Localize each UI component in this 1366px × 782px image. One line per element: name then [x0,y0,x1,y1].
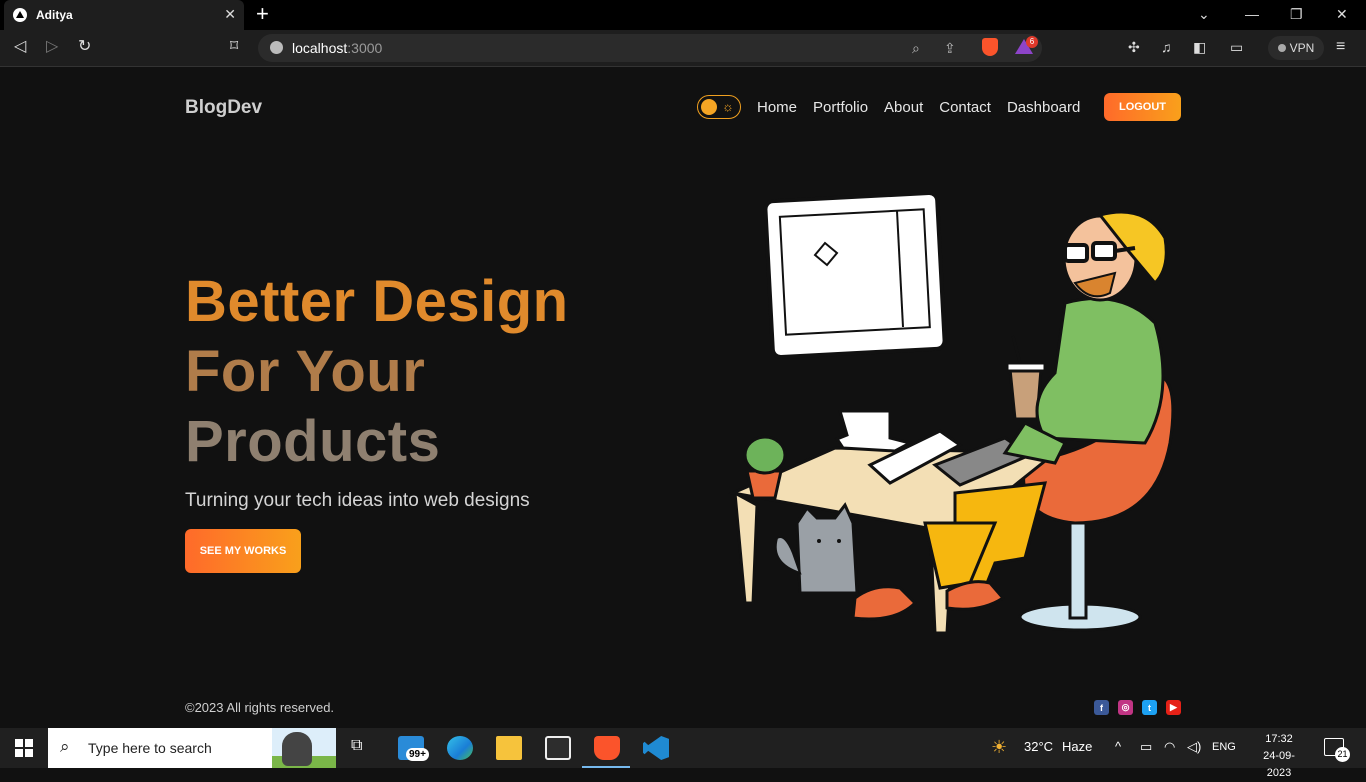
monitor-screen [778,208,931,336]
hero-title-line-3: Products [185,409,441,474]
weather-temp[interactable]: 32°C [1024,739,1053,754]
tab-search-chevron-icon[interactable]: ⌄ [1198,6,1210,23]
clock[interactable]: 17:32 24-09-2023 [1252,731,1306,782]
wallet-icon[interactable]: ▭ [1230,39,1243,55]
menu-icon[interactable]: ≡ [1336,39,1345,55]
brave-browser-icon[interactable] [594,736,620,760]
main-nav: Home Portfolio About Contact Dashboard [757,99,1080,116]
extensions-icon[interactable]: ✣ [1128,39,1140,55]
web-page: BlogDev ☼ Home Portfolio About Contact D… [0,67,1366,728]
window-close-icon[interactable]: ✕ [1336,6,1348,23]
reload-icon[interactable]: ↻ [78,39,91,55]
monitor-stand [834,409,915,453]
store-icon[interactable] [545,736,571,760]
weather-text[interactable]: Haze [1062,739,1092,754]
browser-tab-bar: Aditya ✕ + ⌄ — ❐ ✕ [0,0,1366,30]
plant-pot [745,469,783,500]
battery-icon[interactable]: ▭ [1140,739,1152,755]
search-placeholder: Type here to search [88,740,212,756]
weather-icon[interactable]: ☀ [991,737,1007,758]
tab-title: Aditya [36,8,73,22]
sidebar-icon[interactable]: ◧ [1193,39,1206,55]
new-tab-icon[interactable]: + [256,3,269,25]
edge-icon[interactable] [447,736,473,760]
bookmark-icon[interactable]: ⌑ [230,39,238,55]
hero-title-line-1: Better Design [185,269,569,334]
close-tab-icon[interactable]: ✕ [224,7,236,21]
vpn-button[interactable]: VPN [1268,36,1324,60]
hero-illustration [727,193,1175,635]
cat-body [795,502,859,595]
windows-taskbar: ⌕ Type here to search ⧉ 99+ ☀ 32°C Haze … [0,728,1366,779]
notification-center-icon[interactable]: 21 [1324,738,1350,762]
twitter-icon[interactable]: t [1142,700,1157,715]
toggle-knob [701,99,717,115]
facebook-icon[interactable]: f [1094,700,1109,715]
cactus [743,435,787,475]
browser-toolbar: ◁ ▷ ↻ ⌑ localhost:3000 ⌕ ⇪ 6 ✣ ♫ ◧ ▭ VPN… [0,30,1366,67]
chair-pole [1068,521,1088,620]
clock-date: 24-09-2023 [1263,750,1295,779]
glasses-left [1063,243,1089,263]
site-favicon-icon [13,8,27,22]
nav-about[interactable]: About [884,99,923,116]
footer-copyright: ©2023 All rights reserved. [185,700,335,715]
site-info-icon[interactable] [270,41,283,54]
media-icon[interactable]: ♫ [1161,39,1172,55]
search-icon: ⌕ [60,737,70,756]
nav-dashboard[interactable]: Dashboard [1007,99,1080,116]
minimize-icon[interactable]: — [1245,6,1259,22]
shirt [1035,297,1165,445]
restore-icon[interactable]: ❐ [1290,6,1303,23]
browser-tab[interactable]: Aditya ✕ [4,0,244,30]
search-highlight-image [272,728,336,768]
youtube-icon[interactable]: ▶ [1166,700,1181,715]
hero-title-line-2: For Your [185,339,426,404]
theme-toggle[interactable]: ☼ [697,95,741,119]
back-icon[interactable]: ◁ [14,39,26,55]
forward-icon[interactable]: ▷ [46,39,58,55]
address-bar[interactable]: localhost:3000 ⌕ ⇪ 6 [258,34,1042,62]
windows-start-icon[interactable] [15,739,33,757]
hero-subtitle: Turning your tech ideas into web designs [185,490,530,511]
instagram-icon[interactable]: ◎ [1118,700,1133,715]
task-view-icon[interactable]: ⧉ [351,737,362,755]
mail-badge: 99+ [406,748,429,761]
logout-button[interactable]: LOGOUT [1104,93,1181,121]
nav-portfolio[interactable]: Portfolio [813,99,868,116]
see-my-works-button[interactable]: SEE MY WORKS [185,529,301,573]
sun-icon: ☼ [722,99,734,114]
vpn-label: VPN [1289,41,1315,55]
volume-icon[interactable]: ◁) [1187,739,1201,755]
zoom-icon[interactable]: ⌕ [912,40,920,57]
notification-count: 21 [1335,747,1350,762]
clock-time: 17:32 [1265,733,1293,745]
url-text: localhost:3000 [292,40,383,56]
glasses-right [1091,241,1117,261]
language-indicator[interactable]: ENG [1212,741,1236,753]
show-hidden-icons-icon[interactable]: ^ [1115,739,1121,754]
nav-home[interactable]: Home [757,99,797,116]
table-leg-left [733,490,759,605]
rewards-badge: 6 [1026,36,1038,48]
site-logo[interactable]: BlogDev [185,97,262,119]
vpn-status-icon [1277,44,1286,52]
shoe-left [851,585,918,621]
shoe-right [945,580,1006,611]
file-explorer-icon[interactable] [496,736,522,760]
hero-title: Better Design For Your Products [185,267,569,477]
taskbar-search-box[interactable]: ⌕ Type here to search [48,728,336,768]
brave-shields-icon[interactable] [982,38,998,56]
vscode-icon[interactable] [643,736,669,760]
wifi-icon[interactable]: ◠ [1164,739,1175,755]
nav-contact[interactable]: Contact [939,99,991,116]
share-icon[interactable]: ⇪ [944,40,956,57]
